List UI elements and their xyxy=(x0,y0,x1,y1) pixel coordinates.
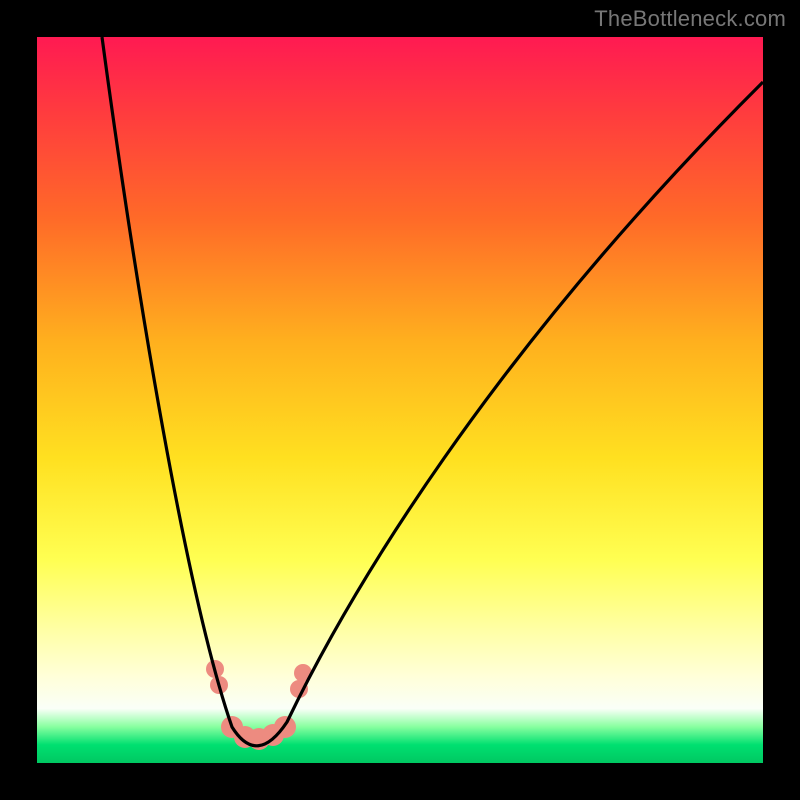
gradient-plot-area xyxy=(37,37,763,763)
watermark-text: TheBottleneck.com xyxy=(594,6,786,32)
chart-svg xyxy=(37,37,763,763)
bottleneck-curve xyxy=(102,37,763,746)
